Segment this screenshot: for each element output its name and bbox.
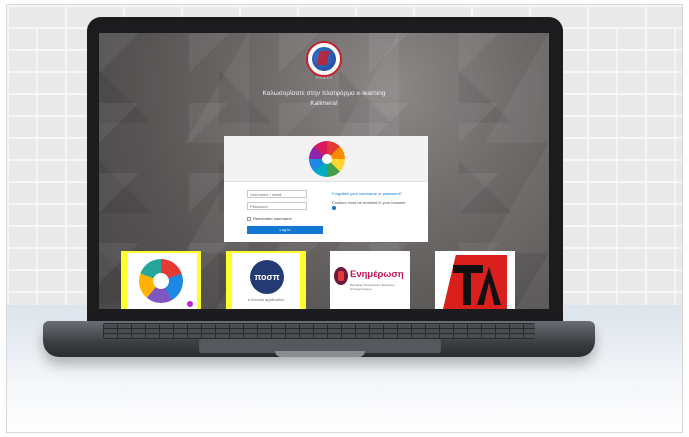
cookie-notice: Cookies must be enabled in your browser	[332, 200, 406, 205]
app-tile-ta[interactable]	[435, 251, 515, 309]
globe-icon	[312, 47, 336, 71]
forgot-password-link[interactable]: Forgotten your username or password?	[332, 191, 402, 196]
laptop-notch	[275, 351, 365, 357]
organization-logo[interactable]	[306, 41, 342, 77]
app-tile-enimerosi[interactable]: Ενημέρωση Περιοδικό Πανελλήνιου Συλλόγου…	[330, 251, 410, 309]
app-tile-posp[interactable]: ποσπ e-Ennoia application	[226, 251, 306, 309]
enimerosi-logo-icon	[334, 267, 348, 285]
tile-2-content: ποσπ e-Ennoia application	[232, 253, 300, 309]
laptop-screen: P.S.A.D.I Καλωσορίσατε στην πλατφόρμα e-…	[99, 33, 549, 309]
dot-icon	[187, 301, 193, 307]
login-card-header	[224, 136, 428, 182]
ta-logo-t-stem	[463, 265, 471, 305]
color-wheel-logo-icon	[309, 141, 345, 177]
login-card: Remember username Log in Forgotten your …	[224, 136, 428, 242]
remember-checkbox[interactable]	[247, 216, 251, 221]
username-input[interactable]	[247, 190, 307, 198]
posp-caption: e-Ennoia application	[247, 297, 285, 302]
welcome-line-1: Καλωσορίσατε στην πλατφόρμα e-learning	[262, 90, 386, 97]
tile-1-content	[127, 253, 197, 309]
logo-caption: P.S.A.D.I	[316, 75, 332, 80]
laptop-keyboard	[103, 323, 535, 339]
welcome-line-2: Kalimera!	[310, 100, 338, 107]
welcome-message: Καλωσορίσατε στην πλατφόρμα e-learning K…	[214, 89, 434, 109]
photo-frame: P.S.A.D.I Καλωσορίσατε στην πλατφόρμα e-…	[6, 4, 683, 433]
enimerosi-subtitle: Περιοδικό Πανελλήνιου Συλλόγου Διπλωματο…	[350, 283, 395, 291]
login-button[interactable]: Log in	[247, 226, 323, 234]
posp-logo-icon: ποσπ	[250, 260, 284, 294]
segmented-circle-icon	[139, 259, 183, 303]
remember-username[interactable]: Remember username	[247, 216, 292, 221]
app-tile-1[interactable]	[121, 251, 201, 309]
enimerosi-title: Ενημέρωση	[350, 269, 404, 280]
password-input[interactable]	[247, 202, 307, 210]
help-icon[interactable]	[332, 206, 336, 210]
remember-label: Remember username	[253, 216, 292, 221]
